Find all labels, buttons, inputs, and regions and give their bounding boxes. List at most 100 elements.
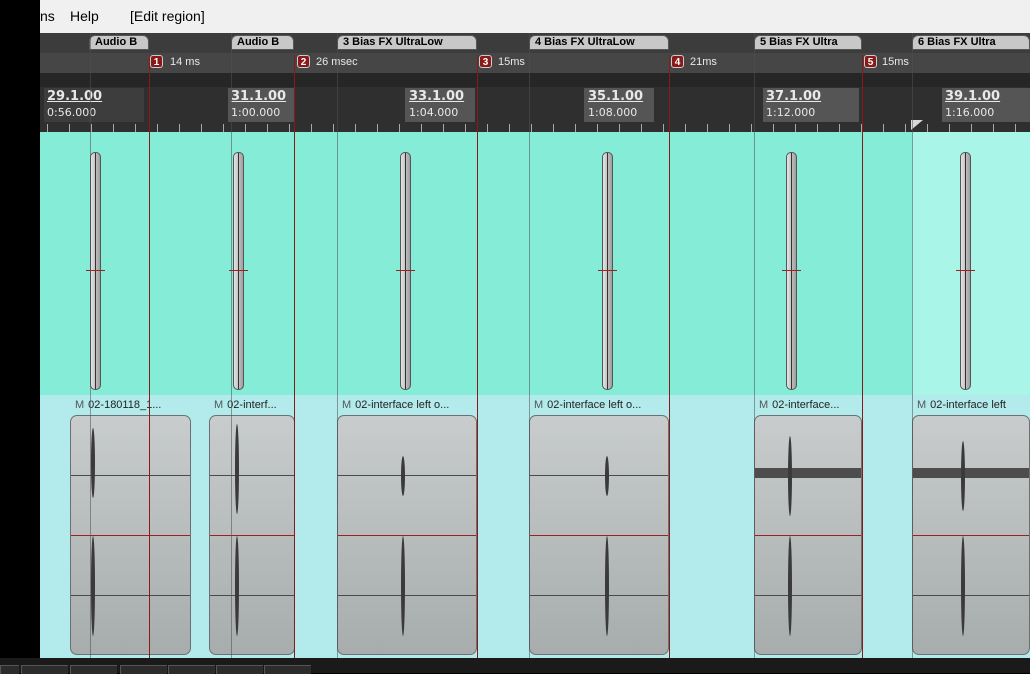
item-name: 02-interf... [227, 399, 277, 411]
marker-badge[interactable]: 2 [297, 55, 310, 68]
ruler-tick [993, 124, 994, 132]
waveform-gridline [210, 475, 294, 476]
ruler-tick [47, 124, 48, 132]
media-item[interactable] [912, 415, 1030, 655]
waveform-gridline [755, 595, 861, 596]
waveform-centerline [210, 535, 294, 536]
fader-center-line [95, 153, 96, 389]
marker-label: 15ms [882, 56, 909, 68]
ruler-beat: 31.1.00 [231, 89, 287, 104]
mute-icon[interactable]: M [534, 399, 543, 411]
mute-icon[interactable]: M [759, 399, 768, 411]
waveform-gridline [210, 595, 294, 596]
waveform-peak [605, 456, 609, 496]
fader-center-line [965, 153, 966, 389]
fader-zero-mark [86, 270, 105, 271]
waveform-peak [788, 436, 792, 516]
item-name: 02-interface... [772, 399, 840, 411]
ruler-tick [597, 124, 598, 132]
waveform-gridline [530, 595, 668, 596]
marker-label: 14 ms [170, 56, 200, 68]
ruler-tick [707, 124, 708, 132]
ruler-beat: 39.1.00 [945, 89, 1001, 104]
ruler-tick [905, 124, 906, 132]
item-label: M 02-interface left [917, 399, 1029, 411]
item-name: 02-180118_1... [88, 399, 162, 411]
waveform-peak [235, 424, 239, 514]
waveform-gridline [530, 475, 668, 476]
ruler-tick [465, 124, 466, 132]
region-boundary [337, 33, 338, 665]
ruler-tick [509, 124, 510, 132]
region-boundary [754, 33, 755, 665]
ruler-tick [289, 124, 290, 132]
ruler-time: 1:16.000 [945, 106, 995, 119]
ruler-tick [487, 124, 488, 132]
media-item[interactable] [337, 415, 477, 655]
ruler-tick [223, 124, 224, 132]
media-item[interactable] [209, 415, 295, 655]
marker-badge[interactable]: 5 [864, 55, 877, 68]
envelope-lane[interactable] [40, 132, 1030, 395]
ruler-time: 1:04.000 [409, 106, 459, 119]
ruler-tick [553, 124, 554, 132]
marker-badge[interactable]: 1 [150, 55, 163, 68]
marker-line [862, 55, 863, 665]
item-label: M 02-180118_1... [75, 399, 190, 411]
region-boundary [231, 33, 232, 665]
ruler-tick [421, 124, 422, 132]
item-label: M 02-interface... [759, 399, 861, 411]
mute-icon[interactable]: M [214, 399, 223, 411]
mute-icon[interactable]: M [75, 399, 84, 411]
media-item[interactable] [529, 415, 669, 655]
fader-center-line [607, 153, 608, 389]
region-tab[interactable]: 6 Bias FX Ultra [912, 35, 1030, 50]
fader-zero-mark [598, 270, 617, 271]
menu-options[interactable]: ns [40, 8, 55, 24]
region-tab[interactable]: Audio B [231, 35, 294, 50]
media-item[interactable] [754, 415, 862, 655]
ruler-tick [773, 124, 774, 132]
ruler-tick [113, 124, 114, 132]
waveform-peak [961, 441, 965, 511]
menu-help[interactable]: Help [70, 8, 99, 24]
ruler-tick [619, 124, 620, 132]
mute-icon[interactable]: M [917, 399, 926, 411]
marker-badge[interactable]: 3 [479, 55, 492, 68]
ruler-top [40, 73, 1030, 87]
waveform-gridline [71, 475, 190, 476]
ruler-tick [949, 124, 950, 132]
ruler-tick [179, 124, 180, 132]
waveform-gridline [913, 595, 1029, 596]
ruler-tick [685, 124, 686, 132]
marker-line [669, 55, 670, 665]
ruler-tick [817, 124, 818, 132]
waveform-gridline [338, 475, 476, 476]
waveform-gridline [71, 595, 190, 596]
region-tab[interactable]: 3 Bias FX UltraLow [337, 35, 477, 50]
fader-center-line [238, 153, 239, 389]
region-tab[interactable]: 4 Bias FX UltraLow [529, 35, 669, 50]
region-boundary [90, 33, 91, 665]
playhead-icon[interactable] [911, 118, 925, 132]
region-tab[interactable]: 5 Bias FX Ultra [754, 35, 862, 50]
ruler-tick [971, 124, 972, 132]
ruler-time: 0:56.000 [47, 106, 97, 119]
marker-line [294, 55, 295, 665]
waveform-centerline [755, 535, 861, 536]
ruler-time: 1:12.000 [766, 106, 816, 119]
media-item[interactable] [70, 415, 191, 655]
waveform-peak [91, 536, 95, 636]
marker-label: 15ms [498, 56, 525, 68]
ruler-tick [377, 124, 378, 132]
fader-center-line [791, 153, 792, 389]
mute-icon[interactable]: M [342, 399, 351, 411]
ruler-tick [245, 124, 246, 132]
ruler-tick [201, 124, 202, 132]
region-tab[interactable]: Audio B [89, 35, 149, 50]
waveform-band [913, 468, 1029, 478]
menu-edit-region[interactable]: [Edit region] [130, 8, 205, 24]
ruler-tick [729, 124, 730, 132]
marker-badge[interactable]: 4 [671, 55, 684, 68]
ruler-beat: 29.1.00 [47, 89, 103, 104]
